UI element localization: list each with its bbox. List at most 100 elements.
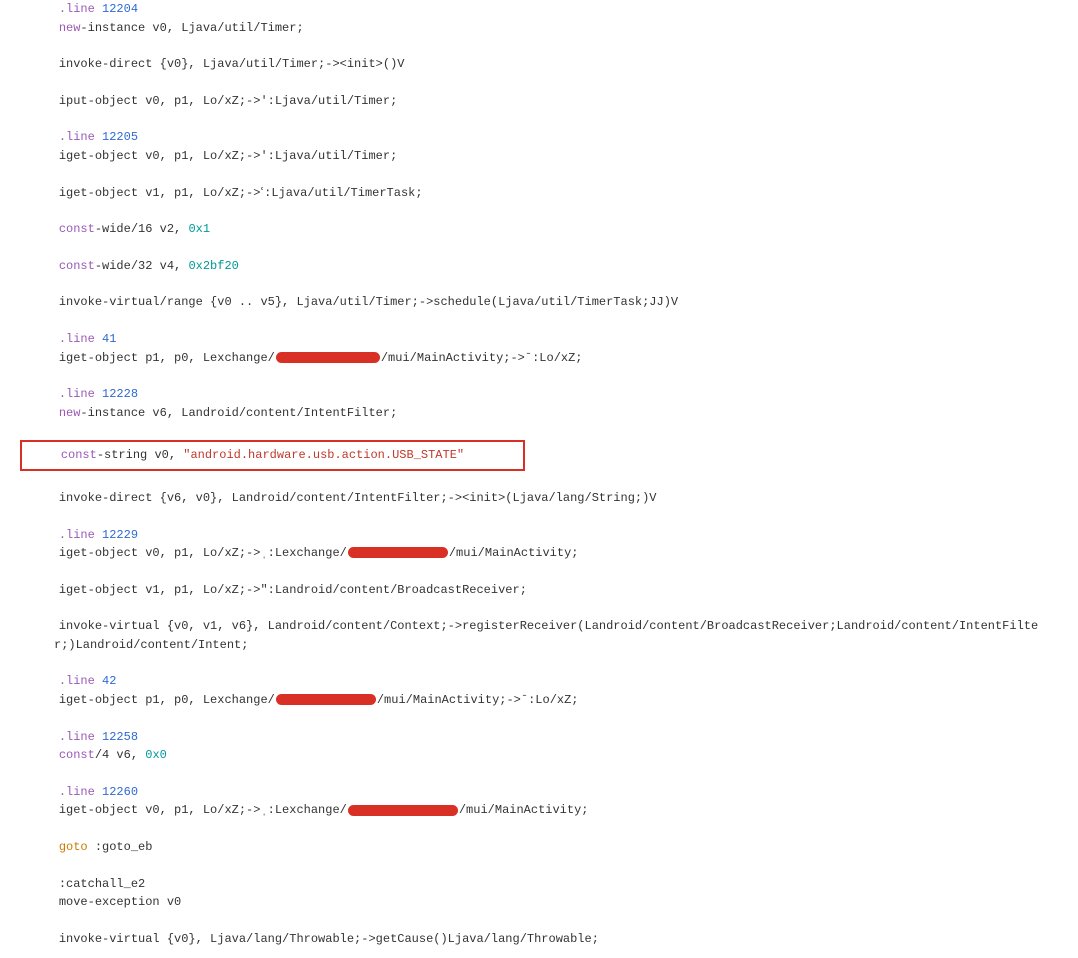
blank-line [30,599,1048,617]
code-line: const-wide/32 v4, 0x2bf20 [30,257,1048,276]
code-text: move-exception v0 [59,895,181,909]
code-text: iget-object v0, p1, Lo/xZ;->ˌ:Lexchange/ [59,803,347,817]
kw-line: .line [59,674,95,688]
code-text: iget-object v0, p1, Lo/xZ;->ʹ:Ljava/util… [59,149,397,163]
highlight-box: const-string v0, "android.hardware.usb.a… [20,440,525,471]
blank-line [30,710,1048,728]
kw-const: const [61,448,97,462]
code-text: /mui/MainActivity; [459,803,589,817]
code-line: .line 12228 [30,385,1048,404]
code-line: iget-object p1, p0, Lexchange/ /mui/MainA… [30,349,1048,368]
code-line: .line 12229 [30,526,1048,545]
code-text: /4 v6, [95,748,145,762]
kw-goto: goto [59,840,88,854]
code-text: /mui/MainActivity; [449,546,579,560]
blank-line [30,857,1048,875]
kw-line: .line [59,332,95,346]
num: 12228 [102,387,138,401]
code-text: :goto_eb [88,840,153,854]
code-line: .line 12205 [30,128,1048,147]
code-text: iget-object v1, p1, Lo/xZ;->":Landroid/c… [59,583,527,597]
code-block: .line 12204 new-instance v0, Ljava/util/… [0,0,1048,958]
code-line: .line 12258 [30,728,1048,747]
code-line: const-string v0, "android.hardware.usb.a… [32,446,517,465]
code-line: move-exception v0 [30,893,1048,912]
code-line: invoke-direct {v6, v0}, Landroid/content… [30,489,1048,508]
blank-line [30,74,1048,92]
num: 0x2bf20 [188,259,238,273]
code-text: iget-object v0, p1, Lo/xZ;->ˌ:Lexchange/ [59,546,347,560]
kw-new: new [59,406,81,420]
blank-line [30,820,1048,838]
kw-line: .line [59,785,95,799]
code-text: -wide/16 v2, [95,222,189,236]
code-line: new-instance v6, Landroid/content/Intent… [30,404,1048,423]
code-line: new-instance v0, Ljava/util/Timer; [30,19,1048,38]
code-text: invoke-direct {v6, v0}, Landroid/content… [59,491,657,505]
blank-line [30,422,1048,440]
num: 41 [102,332,116,346]
blank-line [30,912,1048,930]
code-line: const/4 v6, 0x0 [30,746,1048,765]
num: 12205 [102,130,138,144]
redaction-bar [348,805,458,816]
blank-line [30,110,1048,128]
code-text: iget-object p1, p0, Lexchange/ [59,693,275,707]
code-line: invoke-virtual {v0, v1, v6}, Landroid/co… [30,617,1048,654]
code-line: iget-object v0, p1, Lo/xZ;->ˌ:Lexchange/… [30,544,1048,563]
num: 42 [102,674,116,688]
kw-line: .line [59,387,95,401]
blank-line [30,508,1048,526]
code-text: /mui/MainActivity;->ˉ:Lo/xZ; [377,693,579,707]
blank-line [30,166,1048,184]
num: 0x1 [188,222,210,236]
code-line: invoke-virtual/range {v0 .. v5}, Ljava/u… [30,293,1048,312]
code-line: iget-object v1, p1, Lo/xZ;->":Landroid/c… [30,581,1048,600]
kw-const: const [59,222,95,236]
code-line: iget-object v0, p1, Lo/xZ;->ˌ:Lexchange/… [30,801,1048,820]
code-line: iget-object v0, p1, Lo/xZ;->ʹ:Ljava/util… [30,147,1048,166]
code-line: invoke-direct {v0}, Ljava/util/Timer;-><… [30,55,1048,74]
num: 12229 [102,528,138,542]
code-text: invoke-direct {v0}, Ljava/util/Timer;-><… [59,57,405,71]
kw-line: .line [59,130,95,144]
code-text: -string v0, [97,448,183,462]
code-text: iput-object v0, p1, Lo/xZ;->ʹ:Ljava/util… [59,94,397,108]
kw-line: .line [59,528,95,542]
redaction-bar [276,694,376,705]
code-line: .line 42 [30,672,1048,691]
code-text: -instance v6, Landroid/content/IntentFil… [80,406,397,420]
blank-line [30,239,1048,257]
code-text: invoke-virtual {v0}, Ljava/lang/Throwabl… [59,932,599,946]
kw-const: const [59,259,95,273]
code-line: iget-object v1, p1, Lo/xZ;->ՙ:Ljava/util… [30,184,1048,203]
code-text: -instance v0, Ljava/util/Timer; [80,21,303,35]
code-line: goto :goto_eb [30,838,1048,857]
code-line: iget-object p1, p0, Lexchange/ /mui/MainA… [30,691,1048,710]
code-line: .line 41 [30,330,1048,349]
blank-line [30,563,1048,581]
code-line: const-wide/16 v2, 0x1 [30,220,1048,239]
num: 12258 [102,730,138,744]
kw-const: const [59,748,95,762]
kw-line: .line [59,730,95,744]
code-text: -wide/32 v4, [95,259,189,273]
blank-line [30,202,1048,220]
kw-new: new [59,21,81,35]
redaction-bar [276,352,380,363]
code-text: iget-object p1, p0, Lexchange/ [59,351,275,365]
string-literal: "android.hardware.usb.action.USB_STATE" [183,448,464,462]
kw-line: .line [59,2,95,16]
code-text: /mui/MainActivity;->ˉ:Lo/xZ; [381,351,583,365]
blank-line [30,471,1048,489]
blank-line [30,37,1048,55]
code-text: iget-object v1, p1, Lo/xZ;->ՙ:Ljava/util… [59,186,423,200]
num: 12260 [102,785,138,799]
blank-line [30,275,1048,293]
code-line: invoke-virtual {v0}, Ljava/lang/Throwabl… [30,930,1048,949]
code-text: :catchall_e2 [59,877,145,891]
blank-line [30,765,1048,783]
num: 0x0 [145,748,167,762]
code-text: invoke-virtual/range {v0 .. v5}, Ljava/u… [59,295,678,309]
num: 12204 [102,2,138,16]
